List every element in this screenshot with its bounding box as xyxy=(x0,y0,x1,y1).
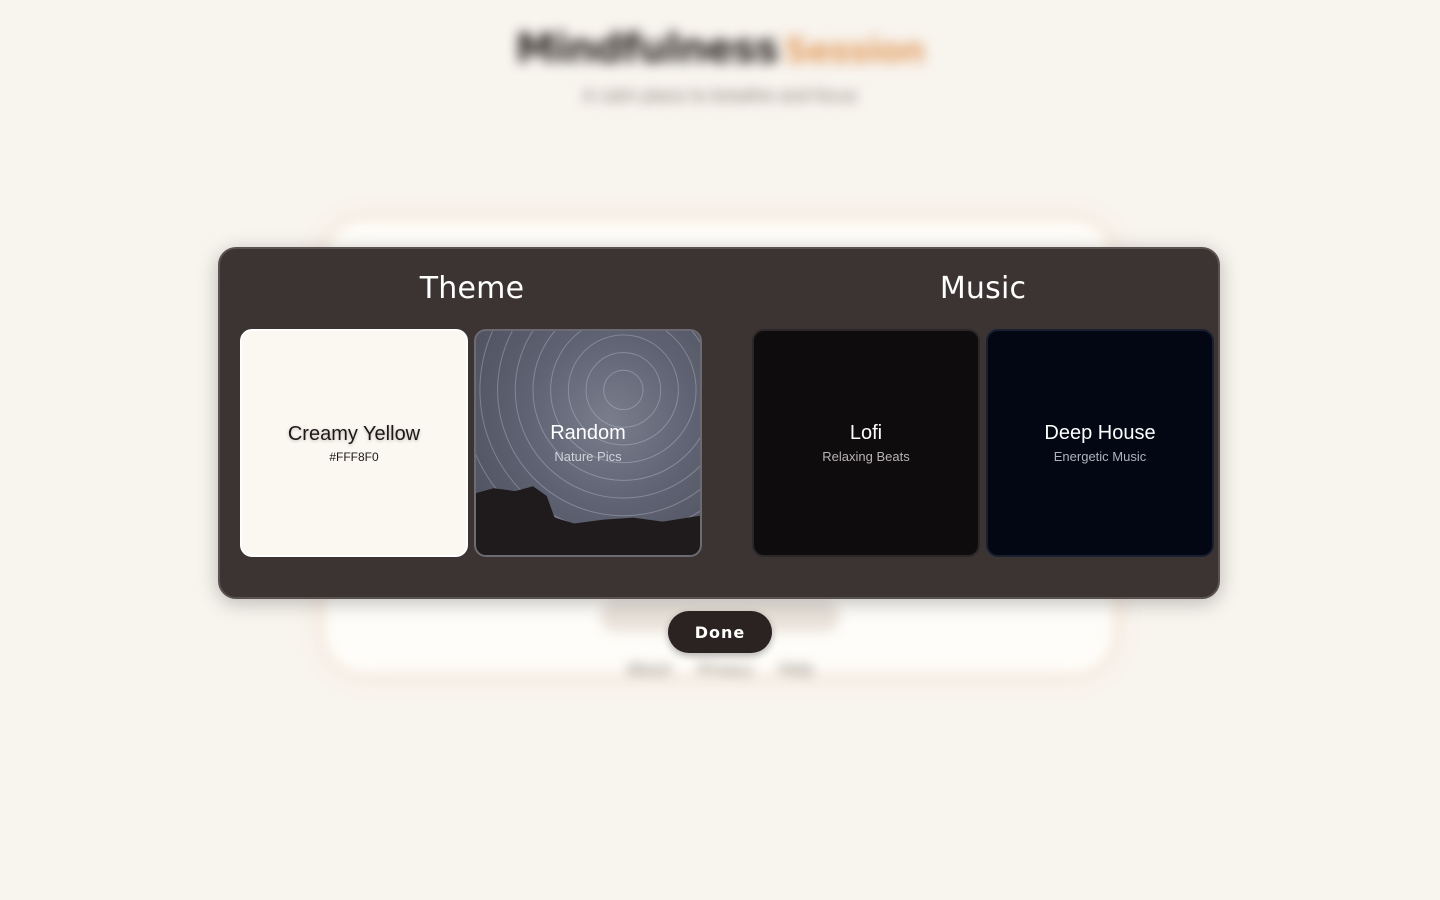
music-option-sub: Energetic Music xyxy=(1053,449,1147,464)
theme-option-name: Creamy Yellow xyxy=(287,422,421,445)
music-option-name: Lofi xyxy=(849,422,883,444)
settings-modal: Theme Music Creamy Yellow #FFF8F0 Random… xyxy=(218,247,1220,599)
background-subtitle: A calm place to breathe and focus xyxy=(582,86,858,105)
background-title-accent: Session xyxy=(784,31,925,71)
theme-option-creamy-yellow[interactable]: Creamy Yellow #FFF8F0 xyxy=(240,329,468,557)
theme-option-sub: Nature Pics xyxy=(554,449,622,464)
music-option-sub: Relaxing Beats xyxy=(822,449,910,464)
theme-option-hex: #FFF8F0 xyxy=(329,449,379,464)
background-title-main: Mindfulness xyxy=(515,26,779,72)
theme-section-title: Theme xyxy=(419,271,525,306)
background-header: Mindfulness Session A calm place to breat… xyxy=(0,26,1440,105)
done-button[interactable]: Done xyxy=(668,611,772,653)
music-section-title: Music xyxy=(939,271,1027,306)
theme-option-name: Random xyxy=(550,422,626,444)
music-option-deep-house[interactable]: Deep House Energetic Music xyxy=(986,329,1214,557)
background-footer: About Privacy Help xyxy=(626,660,814,678)
music-option-name: Deep House xyxy=(1044,422,1156,444)
background-title: Mindfulness Session xyxy=(515,26,926,72)
app-root: Mindfulness Session A calm place to breat… xyxy=(0,0,1440,900)
theme-option-random[interactable]: Random Nature Pics xyxy=(474,329,702,557)
music-option-lofi[interactable]: Lofi Relaxing Beats xyxy=(752,329,980,557)
